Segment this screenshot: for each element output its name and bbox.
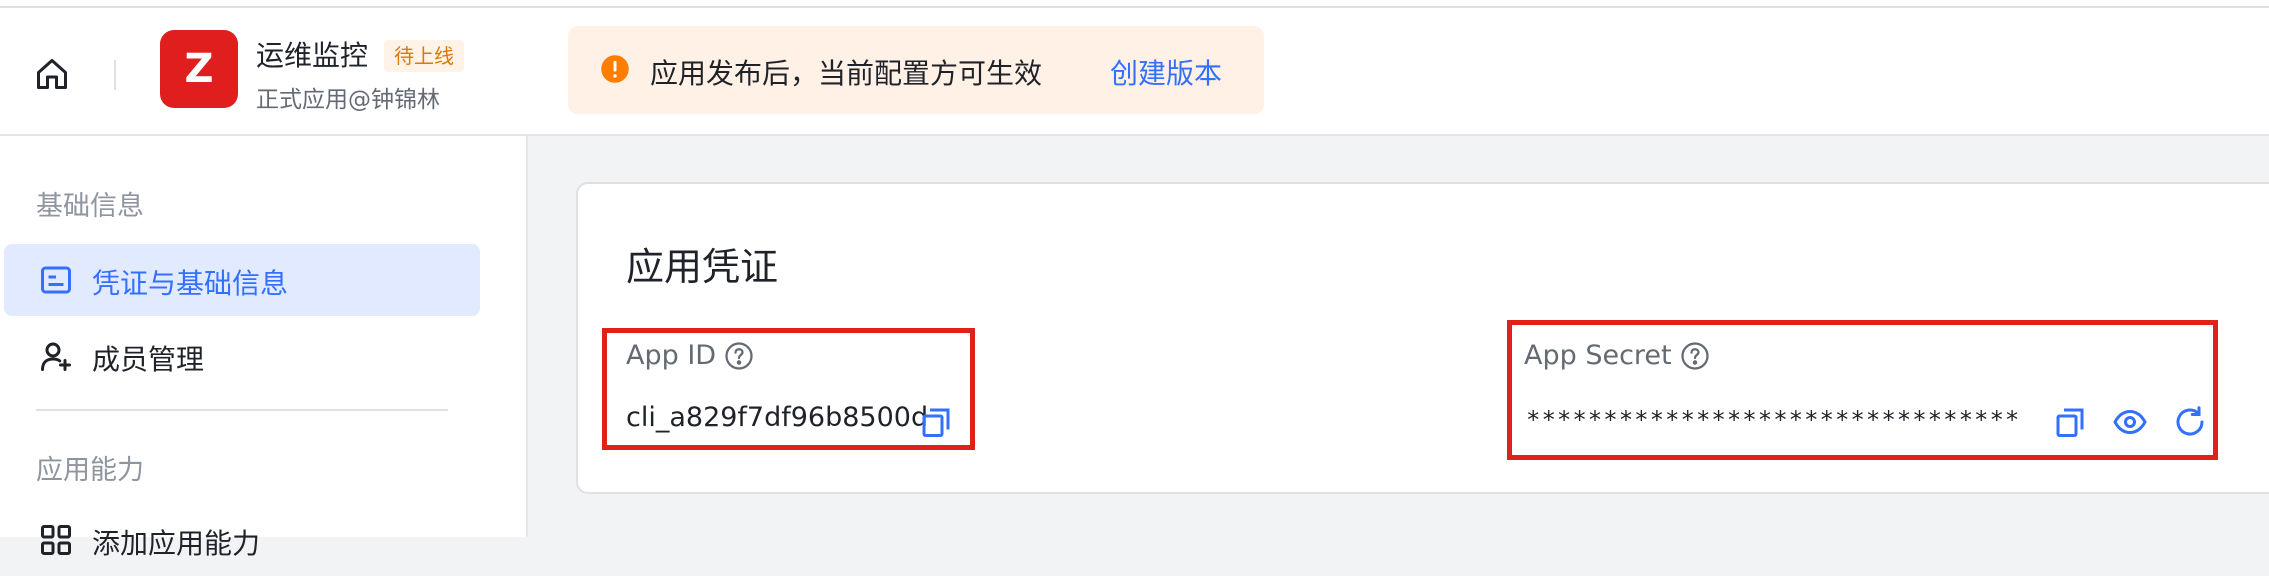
sidebar-item-members[interactable]: 成员管理 (4, 320, 480, 392)
app-subtitle: 正式应用@钟锦林 (256, 87, 440, 113)
notice-text: 应用发布后，当前配置方可生效 (650, 57, 1043, 90)
grid-icon (41, 525, 71, 555)
sidebar-item-add-capability[interactable]: 添加应用能力 (4, 504, 480, 576)
sidebar-item-credentials[interactable]: 凭证与基础信息 (4, 244, 480, 316)
warning-icon (601, 55, 629, 83)
sidebar-item-label: 成员管理 (92, 343, 205, 376)
app-header: Z 运维监控 待上线 正式应用@钟锦林 应用发布后，当前配置方可生效 创建版本 (0, 8, 2269, 136)
home-button[interactable] (30, 52, 74, 96)
sidebar-group-capability: 应用能力 (36, 455, 144, 486)
app-name: 运维监控 (256, 39, 369, 72)
sidebar-item-label: 凭证与基础信息 (92, 267, 289, 300)
app-id-highlight-box (602, 328, 975, 450)
publish-notice-banner: 应用发布后，当前配置方可生效 创建版本 (568, 26, 1264, 114)
sidebar-group-basic-info: 基础信息 (36, 191, 144, 222)
sidebar-divider (36, 409, 448, 411)
window-top-edge (0, 0, 2269, 8)
card-title: 应用凭证 (626, 245, 779, 289)
create-version-link[interactable]: 创建版本 (1110, 52, 1222, 92)
status-badge: 待上线 (384, 40, 464, 72)
app-secret-highlight-box (1507, 320, 2218, 460)
sidebar: 基础信息 凭证与基础信息 成员管理 应用能力 添加应用能力 (0, 136, 528, 560)
credential-icon (41, 266, 71, 294)
header-divider (114, 60, 116, 90)
home-icon (37, 59, 67, 89)
user-add-icon (41, 342, 71, 371)
app-logo: Z (160, 30, 238, 108)
sidebar-item-label: 添加应用能力 (92, 527, 261, 560)
